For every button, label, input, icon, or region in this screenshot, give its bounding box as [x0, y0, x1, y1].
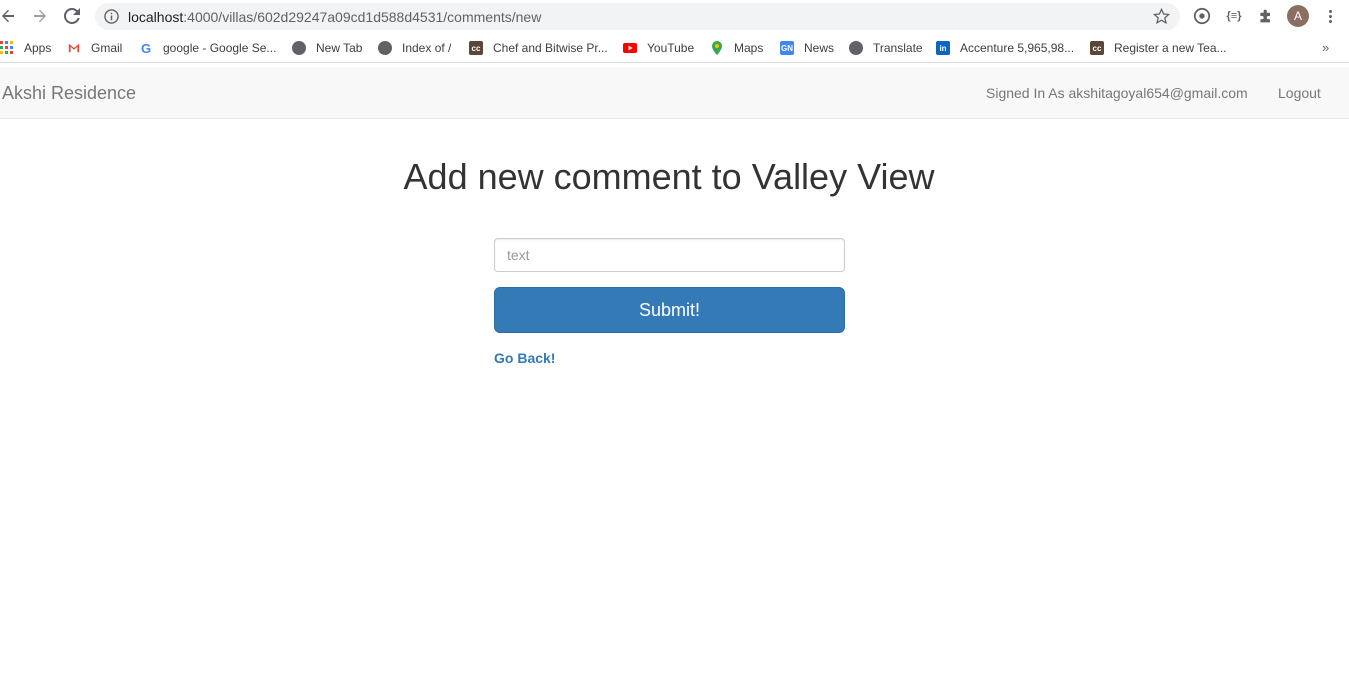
back-arrow-icon[interactable]: [0, 4, 20, 28]
bookmark-new-tab[interactable]: New Tab: [292, 40, 362, 56]
extension-json-icon[interactable]: {≡}: [1224, 6, 1244, 26]
bookmark-maps[interactable]: Maps: [710, 40, 763, 56]
page-title: Add new comment to Valley View: [403, 156, 935, 197]
browser-menu-icon[interactable]: [1322, 6, 1338, 26]
extension-wordpress-icon[interactable]: [1192, 6, 1212, 26]
linkedin-icon: in: [936, 41, 950, 55]
bookmark-label: Chef and Bitwise Pr...: [493, 41, 608, 55]
brand-link[interactable]: Akshi Residence: [2, 83, 136, 104]
bookmarks-overflow-chevron-icon[interactable]: »: [1322, 40, 1329, 55]
url-text: localhost:4000/villas/602d29247a09cd1d58…: [128, 9, 541, 25]
maps-pin-icon: [710, 41, 724, 55]
codechef-icon: cc: [469, 41, 483, 55]
bookmark-apps[interactable]: Apps: [0, 40, 51, 56]
address-bar[interactable]: localhost:4000/villas/602d29247a09cd1d58…: [95, 3, 1180, 30]
bookmark-label: Maps: [734, 41, 764, 55]
go-back-link[interactable]: Go Back!: [494, 350, 555, 366]
bookmarks-bar: Apps Gmail G google - Google Se... New T…: [0, 33, 1349, 63]
bookmark-youtube[interactable]: YouTube: [623, 40, 694, 56]
url-host: localhost: [128, 9, 184, 25]
gmail-icon: [67, 41, 81, 55]
bookmark-label: Gmail: [91, 41, 123, 55]
codechef-icon: cc: [1090, 41, 1104, 55]
google-icon: G: [140, 40, 152, 56]
bookmark-label: News: [804, 41, 835, 55]
bookmark-label: Apps: [24, 41, 52, 55]
bookmark-accenture[interactable]: in Accenture 5,965,98...: [936, 40, 1074, 56]
apps-grid-icon: [0, 41, 14, 55]
app-navbar: Akshi Residence Signed In As akshitagoya…: [0, 67, 1349, 119]
bookmark-label: Translate: [873, 41, 923, 55]
bookmark-label: YouTube: [647, 41, 695, 55]
forward-arrow-icon[interactable]: [28, 4, 52, 28]
browser-toolbar: localhost:4000/villas/602d29247a09cd1d58…: [0, 0, 1349, 33]
comment-text-input[interactable]: [494, 238, 845, 272]
bookmark-gmail[interactable]: Gmail: [67, 40, 122, 56]
bookmark-label: Index of /: [402, 41, 452, 55]
bookmark-google-search[interactable]: G google - Google Se...: [139, 40, 276, 56]
bookmark-register-team[interactable]: cc Register a new Tea...: [1090, 40, 1227, 56]
logout-link[interactable]: Logout: [1278, 85, 1321, 101]
submit-button[interactable]: Submit!: [494, 287, 845, 333]
site-info-icon[interactable]: [104, 9, 119, 24]
reload-icon[interactable]: [60, 4, 84, 28]
globe-icon: [378, 41, 392, 55]
globe-icon: [292, 41, 306, 55]
bookmark-index-of[interactable]: Index of /: [378, 40, 451, 56]
youtube-icon: [623, 41, 637, 55]
signed-in-text: Signed In As akshitagoyal654@gmail.com: [986, 85, 1248, 101]
bookmark-label: Accenture 5,965,98...: [960, 41, 1075, 55]
bookmark-star-icon[interactable]: [1153, 8, 1170, 25]
bookmark-label: google - Google Se...: [163, 41, 277, 55]
bookmark-news[interactable]: GN News: [780, 40, 834, 56]
profile-avatar[interactable]: A: [1287, 5, 1309, 27]
bookmark-label: New Tab: [316, 41, 363, 55]
extensions-puzzle-icon[interactable]: [1256, 6, 1276, 26]
url-path: :4000/villas/602d29247a09cd1d588d4531/co…: [183, 9, 542, 25]
bookmark-translate[interactable]: Translate: [849, 40, 923, 56]
bookmark-codechef[interactable]: cc Chef and Bitwise Pr...: [469, 40, 608, 56]
globe-icon: [849, 41, 863, 55]
bookmark-label: Register a new Tea...: [1114, 41, 1227, 55]
news-icon: GN: [780, 41, 794, 55]
